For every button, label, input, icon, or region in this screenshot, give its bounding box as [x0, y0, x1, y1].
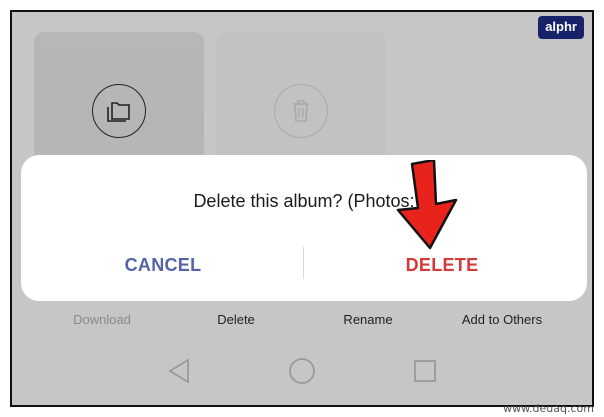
- delete-album-dialog: Delete this album? (Photos: CANCEL DELET…: [21, 155, 587, 301]
- album-tile-trash[interactable]: [216, 32, 386, 172]
- brand-logo: alphr: [538, 16, 584, 39]
- trash-icon: [274, 84, 328, 138]
- recents-icon[interactable]: [408, 354, 442, 388]
- cancel-button[interactable]: CANCEL: [125, 255, 202, 276]
- screen-frame: Download Delete Rename Add to Others Del…: [10, 10, 594, 407]
- home-icon[interactable]: [285, 354, 319, 388]
- download-action[interactable]: Download: [73, 312, 131, 327]
- system-nav-bar: [12, 354, 592, 388]
- rename-action[interactable]: Rename: [343, 312, 392, 327]
- folder-icon: [92, 84, 146, 138]
- red-arrow-icon: [396, 160, 458, 250]
- dialog-message: Delete this album? (Photos:: [193, 191, 415, 211]
- back-icon[interactable]: [162, 354, 196, 388]
- album-tile-folder[interactable]: [34, 32, 204, 172]
- album-actions-bar: Download Delete Rename Add to Others: [12, 312, 592, 332]
- add-to-others-action[interactable]: Add to Others: [462, 312, 542, 327]
- dialog-divider: [303, 247, 304, 279]
- delete-action[interactable]: Delete: [217, 312, 255, 327]
- watermark: www.deuaq.com: [503, 402, 594, 415]
- delete-button[interactable]: DELETE: [406, 255, 479, 276]
